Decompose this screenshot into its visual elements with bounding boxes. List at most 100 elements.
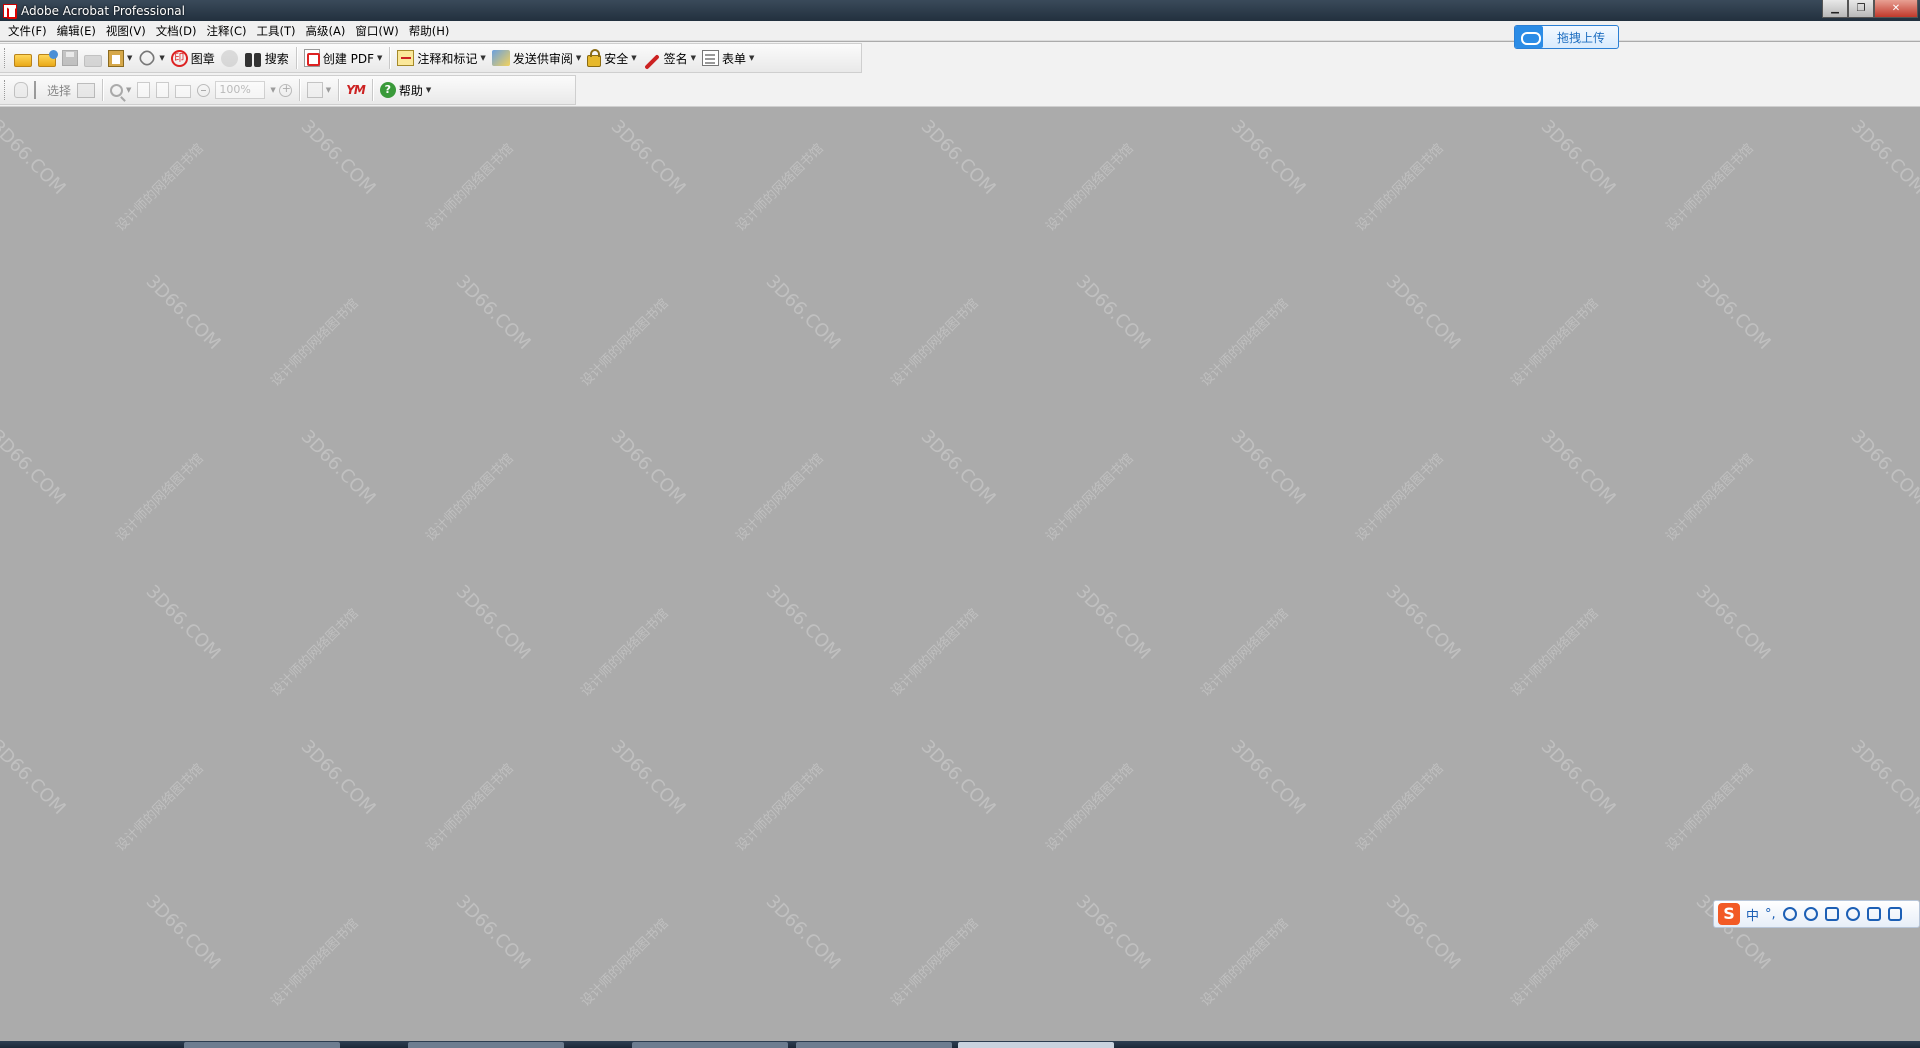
- comment-label: 注释和标记: [417, 51, 478, 66]
- actual-size-button[interactable]: [134, 78, 153, 102]
- document-area[interactable]: 3D66.COM 设计师的网络图书馆 3D66.COM 设计师的网络图书馆 3D66.C…: [0, 107, 1920, 1041]
- user-icon[interactable]: [1845, 907, 1860, 921]
- fit-width-icon: [175, 85, 192, 98]
- hand-tool-button[interactable]: [11, 78, 31, 102]
- sign-button[interactable]: 签名 ▼: [640, 46, 699, 70]
- dropdown-arrow-icon: ▼: [690, 54, 697, 62]
- watermark-site: 3D66.COM: [606, 116, 690, 199]
- ym-logo: YM: [346, 83, 366, 97]
- close-button[interactable]: ✕: [1874, 0, 1918, 18]
- fit-width-button[interactable]: [172, 78, 194, 102]
- ime-punctuation-mode[interactable]: °,: [1765, 907, 1776, 922]
- create-pdf-button[interactable]: 创建 PDF ▼: [301, 46, 386, 70]
- cloud-icon: [1515, 26, 1543, 48]
- forms-button[interactable]: 表单 ▼: [699, 46, 757, 70]
- hand-icon: [14, 82, 28, 98]
- menu-tools[interactable]: 工具(T): [253, 23, 302, 39]
- fit-page-icon: [156, 82, 170, 98]
- minimize-button[interactable]: ▁: [1822, 0, 1848, 18]
- stamp-label: 图章: [190, 51, 215, 66]
- snapshot-button[interactable]: [74, 78, 98, 102]
- search-button[interactable]: 搜索: [241, 46, 292, 70]
- watermark-text: 设计师的网络图书馆: [1043, 451, 1137, 545]
- menu-help[interactable]: 帮助(H): [405, 23, 456, 39]
- select-tool-button[interactable]: 选择: [31, 78, 74, 102]
- page-icon: [137, 82, 151, 98]
- attach-button[interactable]: ▼: [135, 46, 167, 70]
- stamp-button[interactable]: 印图章: [168, 46, 218, 70]
- open-button[interactable]: [11, 46, 35, 70]
- taskbar-button[interactable]: [408, 1042, 564, 1048]
- print-button[interactable]: [81, 46, 105, 70]
- review-label: 发送供审阅: [512, 51, 573, 66]
- drag-upload-button[interactable]: 拖拽上传: [1514, 25, 1619, 49]
- dropdown-arrow-icon: ▼: [425, 86, 432, 94]
- zoom-in-tool-button[interactable]: ▼: [107, 78, 134, 102]
- restore-button[interactable]: ❐: [1848, 0, 1874, 18]
- watermark-text: 设计师的网络图书馆: [423, 761, 517, 855]
- dropdown-arrow-icon: ▼: [325, 86, 332, 94]
- watermark-site: 3D66.COM: [141, 271, 225, 354]
- watermark-text: 设计师的网络图书馆: [733, 761, 827, 855]
- taskbar-button[interactable]: [796, 1042, 952, 1048]
- stamp-tool-button[interactable]: [218, 46, 241, 70]
- watermark-text: 设计师的网络图书馆: [268, 606, 362, 700]
- taskbar-button[interactable]: [632, 1042, 788, 1048]
- save-icon: [62, 50, 78, 66]
- zoom-in-button[interactable]: [276, 78, 295, 102]
- clipboard-button[interactable]: ▼: [105, 46, 135, 70]
- skin-icon[interactable]: [1866, 907, 1881, 921]
- watermark-site: 3D66.COM: [1846, 426, 1920, 509]
- menu-file[interactable]: 文件(F): [4, 23, 53, 39]
- menu-window[interactable]: 窗口(W): [351, 23, 404, 39]
- watermark-site: 3D66.COM: [296, 116, 380, 199]
- menu-edit[interactable]: 编辑(E): [53, 23, 102, 39]
- save-button[interactable]: [59, 46, 81, 70]
- watermark-site: 3D66.COM: [296, 736, 380, 819]
- menu-document[interactable]: 文档(D): [152, 23, 203, 39]
- menu-comments[interactable]: 注释(C): [203, 23, 253, 39]
- stamp-icon: 印: [170, 49, 188, 67]
- ym-plugin-button[interactable]: YM: [343, 78, 368, 102]
- watermark-text: 设计师的网络图书馆: [1508, 916, 1602, 1010]
- watermark-site: 3D66.COM: [1381, 271, 1465, 354]
- toolbar-separator: [298, 79, 300, 101]
- watermark-text: 设计师的网络图书馆: [113, 451, 207, 545]
- watermark-text: 设计师的网络图书馆: [1508, 606, 1602, 700]
- microphone-icon[interactable]: [1803, 907, 1818, 921]
- toolbar-separator: [338, 79, 340, 101]
- zoom-level-input[interactable]: 100%: [215, 81, 266, 99]
- rotate-button[interactable]: ▼: [304, 78, 334, 102]
- help-button[interactable]: ? 帮助 ▼: [377, 78, 434, 102]
- watermark-site: 3D66.COM: [1381, 581, 1465, 664]
- security-button[interactable]: 安全 ▼: [584, 46, 639, 70]
- zoom-out-button[interactable]: [194, 78, 213, 102]
- taskbar-button[interactable]: [184, 1042, 340, 1048]
- menu-view[interactable]: 视图(V): [102, 23, 152, 39]
- sogou-logo[interactable]: S: [1718, 903, 1740, 925]
- menu-advanced[interactable]: 高级(A): [302, 23, 352, 39]
- toolbar-grip[interactable]: [4, 80, 7, 100]
- organizer-button[interactable]: [35, 46, 59, 70]
- zoom-out-icon: [197, 83, 211, 97]
- comment-markup-button[interactable]: 注释和标记 ▼: [394, 46, 488, 70]
- view-toolbar: 选择 ▼ 100% ▼ ▼ YM ?帮助▼: [0, 75, 576, 105]
- watermark-site: 3D66.COM: [761, 271, 845, 354]
- ime-language-mode[interactable]: 中: [1746, 905, 1759, 924]
- watermark-site: 3D66.COM: [1071, 271, 1155, 354]
- toolbar-grip[interactable]: [4, 48, 7, 68]
- watermark-site: 3D66.COM: [1071, 891, 1155, 974]
- toolbox-icon[interactable]: [1887, 907, 1902, 921]
- watermark-text: 设计师的网络图书馆: [578, 296, 672, 390]
- send-review-button[interactable]: 发送供审阅 ▼: [489, 46, 584, 70]
- fit-page-button[interactable]: [153, 78, 172, 102]
- watermark-site: 3D66.COM: [1846, 116, 1920, 199]
- watermark-text: 设计师的网络图书馆: [1043, 141, 1137, 235]
- watermark-site: 3D66.COM: [0, 736, 70, 819]
- toolbar-separator: [371, 79, 373, 101]
- keyboard-icon[interactable]: [1824, 907, 1839, 921]
- watermark-site: 3D66.COM: [916, 116, 1000, 199]
- emoji-icon[interactable]: [1782, 907, 1797, 921]
- taskbar-button-active[interactable]: [958, 1042, 1114, 1048]
- watermark-site: 3D66.COM: [1691, 271, 1775, 354]
